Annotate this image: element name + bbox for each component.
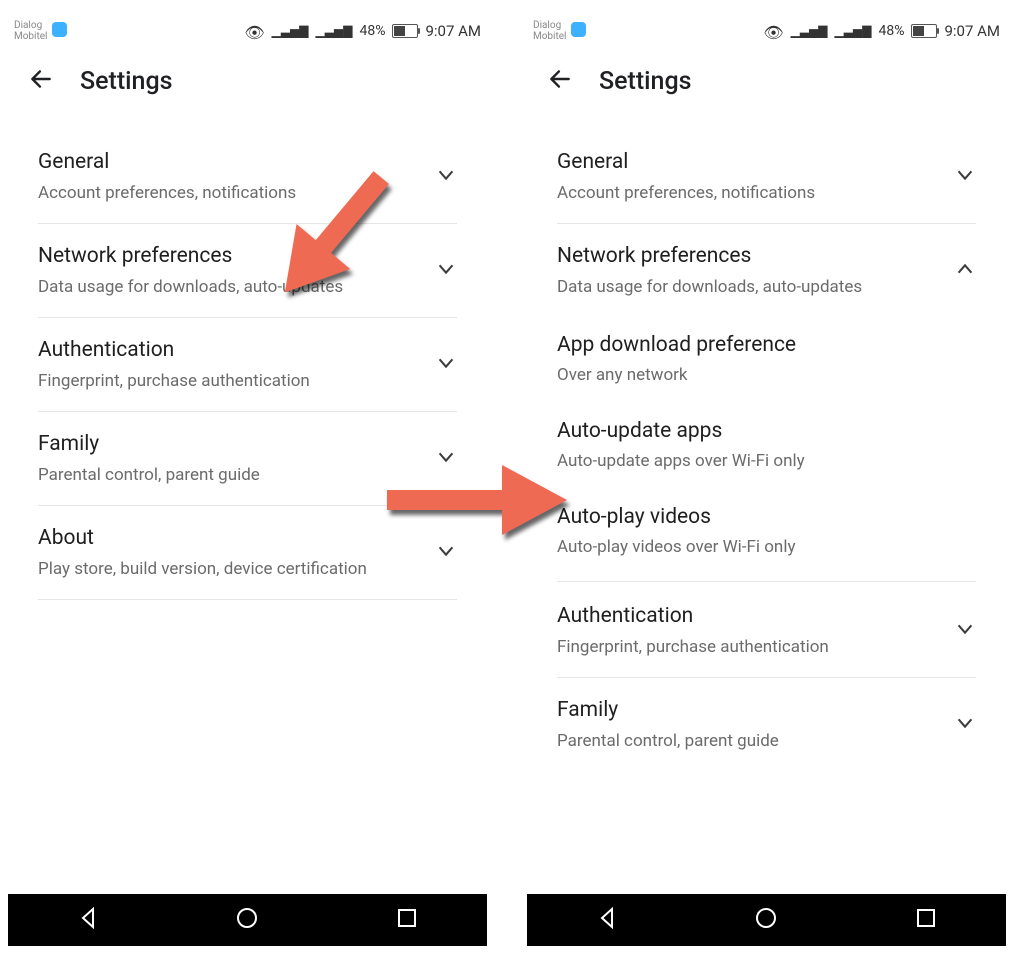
item-title: About — [38, 524, 425, 552]
android-navbar — [527, 894, 1006, 946]
annotation-arrow-2 — [382, 450, 572, 550]
back-button[interactable] — [547, 66, 573, 96]
settings-item-authentication[interactable]: Authentication Fingerprint, purchase aut… — [38, 318, 457, 412]
signal-icon-1: ▁▃▅▇ — [791, 24, 828, 38]
phone-right: Dialog Mobitel 👁 ▁▃▅▇ ▁▃▅▇ 48% 9:07 AM S… — [527, 10, 1006, 946]
item-subtitle: Play store, build version, device certif… — [38, 557, 425, 581]
item-subtitle: Fingerprint, purchase authentication — [557, 635, 944, 659]
settings-item-general[interactable]: General Account preferences, notificatio… — [557, 130, 976, 224]
android-navbar — [8, 894, 487, 946]
settings-subitem-app-download-preference[interactable]: App download preference Over any network — [557, 317, 976, 403]
carrier-labels: Dialog Mobitel — [533, 20, 567, 42]
item-title: Auto-play videos — [557, 503, 976, 531]
item-title: Auto-update apps — [557, 417, 976, 445]
chevron-down-icon — [954, 712, 976, 738]
annotation-arrow-1 — [248, 150, 418, 320]
status-bar: Dialog Mobitel 👁 ▁▃▅▇ ▁▃▅▇ 48% 9:07 AM — [527, 10, 1006, 52]
network-preferences-expanded: App download preference Over any network… — [557, 317, 976, 582]
nav-back-button[interactable] — [76, 906, 100, 934]
battery-pct: 48% — [878, 23, 904, 39]
settings-subitem-auto-play-videos[interactable]: Auto-play videos Auto-play videos over W… — [557, 489, 976, 575]
eye-care-icon: 👁 — [244, 23, 264, 42]
settings-list: General Account preferences, notificatio… — [527, 110, 1006, 894]
status-left: Dialog Mobitel — [533, 20, 586, 42]
item-subtitle: Data usage for downloads, auto-updates — [557, 275, 944, 299]
item-title: Authentication — [557, 602, 944, 630]
item-title: Authentication — [38, 336, 425, 364]
settings-item-authentication[interactable]: Authentication Fingerprint, purchase aut… — [557, 584, 976, 678]
signal-icon-2: ▁▃▅▇ — [835, 24, 872, 38]
nav-home-button[interactable] — [235, 906, 259, 934]
clock: 9:07 AM — [425, 22, 481, 40]
status-right: 👁 ▁▃▅▇ ▁▃▅▇ 48% 9:07 AM — [244, 22, 481, 41]
status-right: 👁 ▁▃▅▇ ▁▃▅▇ 48% 9:07 AM — [763, 22, 1000, 41]
carrier-1: Dialog — [14, 20, 48, 31]
item-subtitle: Account preferences, notifications — [557, 181, 944, 205]
chevron-down-icon — [435, 352, 457, 378]
settings-item-family[interactable]: Family Parental control, parent guide — [557, 678, 976, 771]
app-bar: Settings — [8, 52, 487, 110]
nav-recents-button[interactable] — [395, 906, 419, 934]
chevron-down-icon — [954, 164, 976, 190]
carrier-2: Mobitel — [14, 31, 48, 42]
item-title: General — [557, 148, 944, 176]
nav-recents-button[interactable] — [914, 906, 938, 934]
item-title: Network preferences — [557, 242, 944, 270]
item-title: App download preference — [557, 331, 976, 359]
chevron-down-icon — [954, 618, 976, 644]
eye-care-icon: 👁 — [763, 23, 783, 42]
item-subtitle: Parental control, parent guide — [557, 729, 944, 753]
settings-subitem-auto-update-apps[interactable]: Auto-update apps Auto-update apps over W… — [557, 403, 976, 489]
nav-back-button[interactable] — [595, 906, 619, 934]
chevron-down-icon — [435, 258, 457, 284]
item-title: Family — [38, 430, 425, 458]
carrier-labels: Dialog Mobitel — [14, 20, 48, 42]
item-subtitle: Over any network — [557, 363, 976, 387]
battery-pct: 48% — [359, 23, 385, 39]
notification-icon — [571, 22, 586, 37]
item-title: Family — [557, 696, 944, 724]
item-subtitle: Auto-update apps over Wi-Fi only — [557, 449, 976, 473]
clock: 9:07 AM — [944, 22, 1000, 40]
chevron-down-icon — [435, 164, 457, 190]
page-title: Settings — [599, 67, 692, 96]
notification-icon — [52, 22, 67, 37]
battery-icon — [911, 24, 937, 38]
carrier-2: Mobitel — [533, 31, 567, 42]
signal-icon-2: ▁▃▅▇ — [316, 24, 353, 38]
carrier-1: Dialog — [533, 20, 567, 31]
settings-item-network-preferences[interactable]: Network preferences Data usage for downl… — [557, 224, 976, 317]
status-bar: Dialog Mobitel 👁 ▁▃▅▇ ▁▃▅▇ 48% 9:07 AM — [8, 10, 487, 52]
item-subtitle: Fingerprint, purchase authentication — [38, 369, 425, 393]
item-subtitle: Parental control, parent guide — [38, 463, 425, 487]
battery-icon — [392, 24, 418, 38]
status-left: Dialog Mobitel — [14, 20, 67, 42]
chevron-up-icon — [954, 258, 976, 284]
app-bar: Settings — [527, 52, 1006, 110]
item-subtitle: Auto-play videos over Wi-Fi only — [557, 535, 976, 559]
nav-home-button[interactable] — [754, 906, 778, 934]
back-button[interactable] — [28, 66, 54, 96]
signal-icon-1: ▁▃▅▇ — [272, 24, 309, 38]
page-title: Settings — [80, 67, 173, 96]
